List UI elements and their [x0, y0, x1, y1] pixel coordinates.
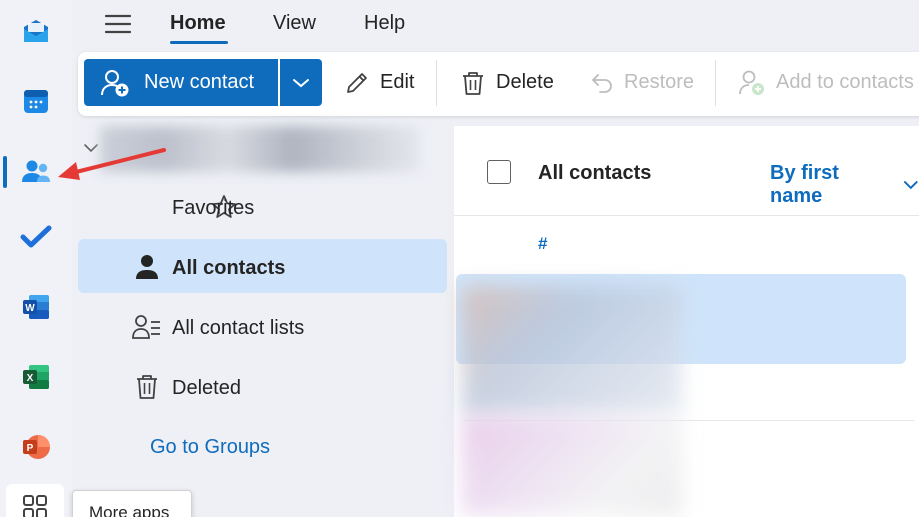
more-apps-tooltip: More apps [72, 490, 192, 517]
new-contact-dropdown-button[interactable] [280, 59, 322, 106]
delete-button[interactable]: Delete [460, 59, 554, 106]
sort-button[interactable]: By first name [770, 162, 919, 208]
toolbar-divider [715, 60, 716, 106]
contact-list-icon [132, 315, 160, 339]
mail-icon [24, 20, 48, 42]
word-app-button[interactable]: W [0, 276, 72, 338]
pencil-icon [347, 72, 367, 93]
tab-home[interactable]: Home [170, 12, 226, 35]
svg-text:W: W [25, 303, 35, 314]
tab-home-indicator [170, 41, 228, 44]
contact-entry-redacted[interactable] [462, 286, 682, 416]
more-apps-icon [23, 495, 47, 517]
new-contact-button[interactable]: New contact [84, 59, 278, 106]
new-contact-label: New contact [144, 71, 255, 93]
ribbon-toolbar: New contact Edit Delete Restore Add to c… [78, 52, 919, 116]
mail-app-button[interactable] [0, 0, 72, 62]
add-person-icon [101, 69, 129, 96]
trash-icon [137, 375, 157, 399]
more-apps-button[interactable] [6, 484, 64, 517]
edit-button[interactable]: Edit [344, 59, 414, 106]
todo-icon [20, 225, 52, 248]
list-title: All contacts [538, 162, 652, 184]
excel-app-button[interactable]: X [0, 346, 72, 408]
excel-icon: X [23, 365, 49, 389]
restore-label: Restore [624, 71, 695, 93]
trash-icon [463, 71, 483, 95]
calendar-app-button[interactable] [0, 70, 72, 132]
sort-label: By first name [770, 162, 839, 207]
calendar-icon [24, 90, 48, 113]
tab-view[interactable]: View [273, 12, 316, 35]
restore-button[interactable]: Restore [590, 59, 694, 106]
contact-entry-redacted[interactable] [462, 416, 682, 516]
svg-text:X: X [27, 373, 34, 384]
hamburger-menu-icon[interactable] [104, 12, 132, 36]
delete-label: Delete [496, 71, 554, 93]
edit-label: Edit [380, 71, 415, 93]
folder-item-label: Deleted [172, 377, 241, 399]
annotation-arrow-icon [58, 148, 166, 180]
powerpoint-app-button[interactable]: P [0, 416, 72, 478]
svg-text:P: P [27, 443, 34, 454]
word-icon: W [23, 295, 49, 319]
people-icon [22, 160, 50, 182]
tab-help[interactable]: Help [364, 12, 405, 35]
chevron-down-icon [293, 78, 309, 87]
add-to-contacts-label: Add to contacts [776, 71, 914, 93]
add-to-contacts-button[interactable]: Add to contacts [738, 59, 914, 106]
person-icon [136, 255, 158, 279]
undo-icon [592, 73, 612, 93]
list-header: All contacts By first name [454, 126, 919, 216]
folder-item-label: Favorites [172, 197, 255, 219]
select-all-checkbox[interactable] [487, 160, 511, 184]
contact-list-pane: All contacts By first name # [454, 126, 919, 517]
folder-item-label: All contact lists [172, 317, 305, 339]
folder-item-label: All contacts [172, 257, 286, 279]
powerpoint-icon: P [23, 435, 50, 459]
todo-app-button[interactable] [0, 206, 72, 268]
group-header: # [538, 234, 548, 253]
go-to-groups-link[interactable]: Go to Groups [150, 436, 270, 459]
app-rail: W X P [0, 0, 72, 517]
add-person-icon [739, 70, 764, 95]
chevron-down-icon [904, 181, 919, 190]
toolbar-divider [436, 60, 437, 106]
